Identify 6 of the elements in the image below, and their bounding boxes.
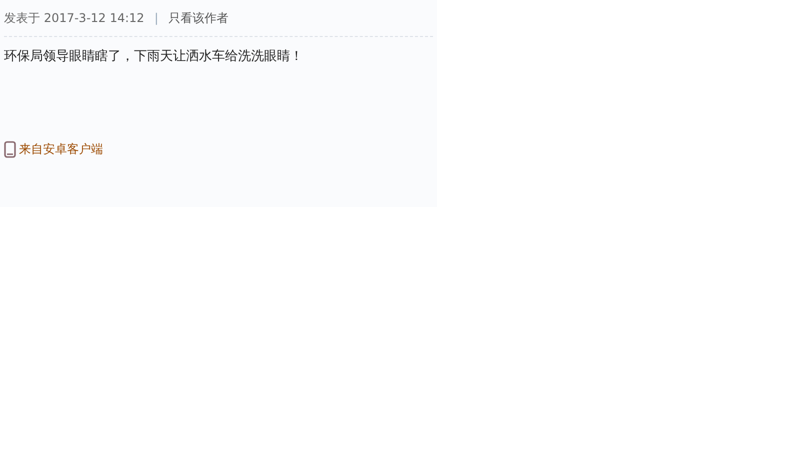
separator: | bbox=[154, 11, 158, 25]
source-link[interactable]: 来自安卓客户端 bbox=[19, 141, 103, 158]
post-time: 发表于 2017-3-12 14:12 bbox=[4, 10, 144, 26]
phone-icon bbox=[4, 141, 16, 158]
author-only-link[interactable]: 只看该作者 bbox=[168, 10, 228, 26]
post-body: 环保局领导眼睛瞎了，下雨天让洒水车给洗洗眼睛！ bbox=[4, 48, 304, 65]
